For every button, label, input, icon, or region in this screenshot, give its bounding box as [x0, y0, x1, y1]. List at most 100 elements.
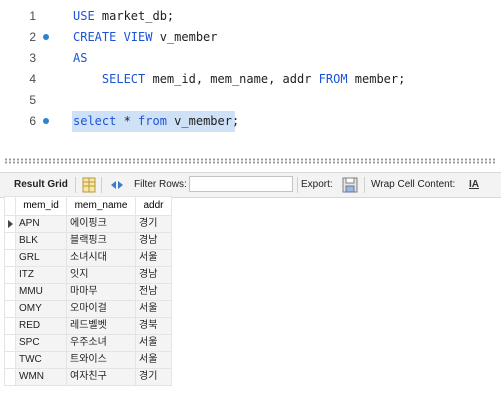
table-cell[interactable]: BLK	[15, 232, 67, 250]
sql-keyword: FROM	[318, 72, 348, 86]
table-row[interactable]: MMU 마마무 전남	[4, 283, 172, 301]
grid-header-row: mem_id mem_name addr	[4, 196, 172, 216]
table-cell[interactable]: 레드벨벳	[66, 317, 136, 335]
table-row[interactable]: APN 에이핑크 경기	[4, 215, 172, 233]
row-header[interactable]	[4, 249, 16, 267]
statement-marker-icon	[43, 34, 49, 40]
statement-marker-icon	[43, 118, 49, 124]
table-cell[interactable]: TWC	[15, 351, 67, 369]
table-row[interactable]: SPC 우주소녀 서울	[4, 334, 172, 352]
code-text: CREATE VIEW v_member	[73, 27, 218, 48]
table-cell[interactable]: 경북	[135, 317, 172, 335]
line-number: 3	[29, 51, 36, 65]
line-number: 1	[29, 9, 36, 23]
toolbar-separator	[75, 177, 76, 193]
result-grid: mem_id mem_name addr APN 에이핑크 경기 BLK 블랙핑크 경남 G…	[4, 196, 172, 386]
code-text: select * from v_member;	[73, 111, 239, 132]
toolbar-separator	[297, 177, 298, 193]
editor-line[interactable]: 1 USE market_db;	[0, 6, 501, 27]
filter-rows-label: Filter Rows:	[134, 179, 187, 190]
row-header[interactable]	[4, 368, 16, 386]
editor-line[interactable]: 2 CREATE VIEW v_member	[0, 27, 501, 48]
grid-layout-icon[interactable]	[82, 177, 96, 193]
table-cell[interactable]: 오마이걸	[66, 300, 136, 318]
sql-text: v_member	[152, 30, 218, 44]
wrap-cell-content-icon[interactable]: IA	[469, 178, 479, 192]
row-header[interactable]	[4, 351, 16, 369]
table-row[interactable]: OMY 오마이걸 서울	[4, 300, 172, 318]
table-cell[interactable]: ITZ	[15, 266, 67, 284]
sql-keyword: AS	[73, 51, 88, 65]
row-header[interactable]	[4, 317, 16, 335]
table-cell[interactable]: 경남	[135, 266, 172, 284]
row-header[interactable]	[4, 334, 16, 352]
table-cell[interactable]: 서울	[135, 249, 172, 267]
code-text: AS	[73, 48, 87, 69]
sql-keyword: USE	[73, 9, 95, 23]
table-cell[interactable]: SPC	[15, 334, 67, 352]
row-header[interactable]	[4, 232, 16, 250]
table-cell[interactable]: 에이핑크	[66, 215, 136, 233]
table-row[interactable]: ITZ 잇지 경남	[4, 266, 172, 284]
row-header[interactable]	[4, 266, 16, 284]
table-cell[interactable]: 경기	[135, 215, 172, 233]
table-row[interactable]: BLK 블랙핑크 경남	[4, 232, 172, 250]
result-grid-tab[interactable]: Result Grid	[14, 178, 68, 192]
toolbar-separator	[364, 177, 365, 193]
splitter-grip	[4, 158, 497, 164]
row-header[interactable]	[4, 283, 16, 301]
table-cell[interactable]: 서울	[135, 300, 172, 318]
toolbar-separator	[101, 177, 102, 193]
table-cell[interactable]: MMU	[15, 283, 67, 301]
result-toolbar: Result Grid Filter Rows: Export: Wrap Ce…	[0, 172, 501, 198]
export-label: Export:	[301, 179, 333, 190]
table-cell[interactable]: 경기	[135, 368, 172, 386]
table-cell[interactable]: 경남	[135, 232, 172, 250]
sql-editor[interactable]: 1 USE market_db; 2 CREATE VIEW v_member 3 AS 4…	[0, 0, 501, 150]
table-row[interactable]: GRL 소녀시대 서울	[4, 249, 172, 267]
table-cell[interactable]: 마마무	[66, 283, 136, 301]
row-header-corner	[4, 196, 16, 216]
table-cell[interactable]: GRL	[15, 249, 67, 267]
table-cell[interactable]: RED	[15, 317, 67, 335]
table-cell[interactable]: 우주소녀	[66, 334, 136, 352]
code-text: SELECT mem_id, mem_name, addr FROM membe…	[73, 69, 405, 90]
table-row[interactable]: RED 레드벨벳 경북	[4, 317, 172, 335]
line-number: 2	[29, 30, 36, 44]
sql-text: market_db;	[94, 9, 175, 23]
sql-keyword: SELECT	[73, 72, 146, 86]
current-row-arrow-icon	[8, 220, 13, 228]
editor-line[interactable]: 5	[0, 90, 501, 111]
table-cell[interactable]: 여자친구	[66, 368, 136, 386]
column-header[interactable]: mem_id	[15, 196, 67, 216]
row-header[interactable]	[4, 300, 16, 318]
table-cell[interactable]: APN	[15, 215, 67, 233]
sql-text: mem_id, mem_name, addr	[145, 72, 319, 86]
table-cell[interactable]: 잇지	[66, 266, 136, 284]
export-icon[interactable]	[341, 176, 359, 194]
table-cell[interactable]: OMY	[15, 300, 67, 318]
line-number: 5	[29, 93, 36, 107]
row-header[interactable]	[4, 215, 16, 233]
table-cell[interactable]: WMN	[15, 368, 67, 386]
sql-keyword: CREATE VIEW	[73, 30, 153, 44]
column-header[interactable]: addr	[135, 196, 172, 216]
table-cell[interactable]: 전남	[135, 283, 172, 301]
pane-splitter[interactable]	[0, 155, 501, 167]
editor-line[interactable]: 3 AS	[0, 48, 501, 69]
code-text: USE market_db;	[73, 6, 174, 27]
refresh-filter-icon[interactable]	[109, 178, 125, 192]
table-cell[interactable]: 서울	[135, 351, 172, 369]
table-row[interactable]: WMN 여자친구 경기	[4, 368, 172, 386]
table-cell[interactable]: 서울	[135, 334, 172, 352]
table-row[interactable]: TWC 트와이스 서울	[4, 351, 172, 369]
table-cell[interactable]: 소녀시대	[66, 249, 136, 267]
sql-keyword: from	[138, 114, 167, 128]
line-number: 6	[29, 114, 36, 128]
table-cell[interactable]: 트와이스	[66, 351, 136, 369]
column-header[interactable]: mem_name	[66, 196, 136, 216]
editor-line[interactable]: 4 SELECT mem_id, mem_name, addr FROM mem…	[0, 69, 501, 90]
editor-line[interactable]: 6 select * from v_member;	[0, 111, 501, 132]
table-cell[interactable]: 블랙핑크	[66, 232, 136, 250]
filter-rows-input[interactable]	[189, 176, 293, 192]
